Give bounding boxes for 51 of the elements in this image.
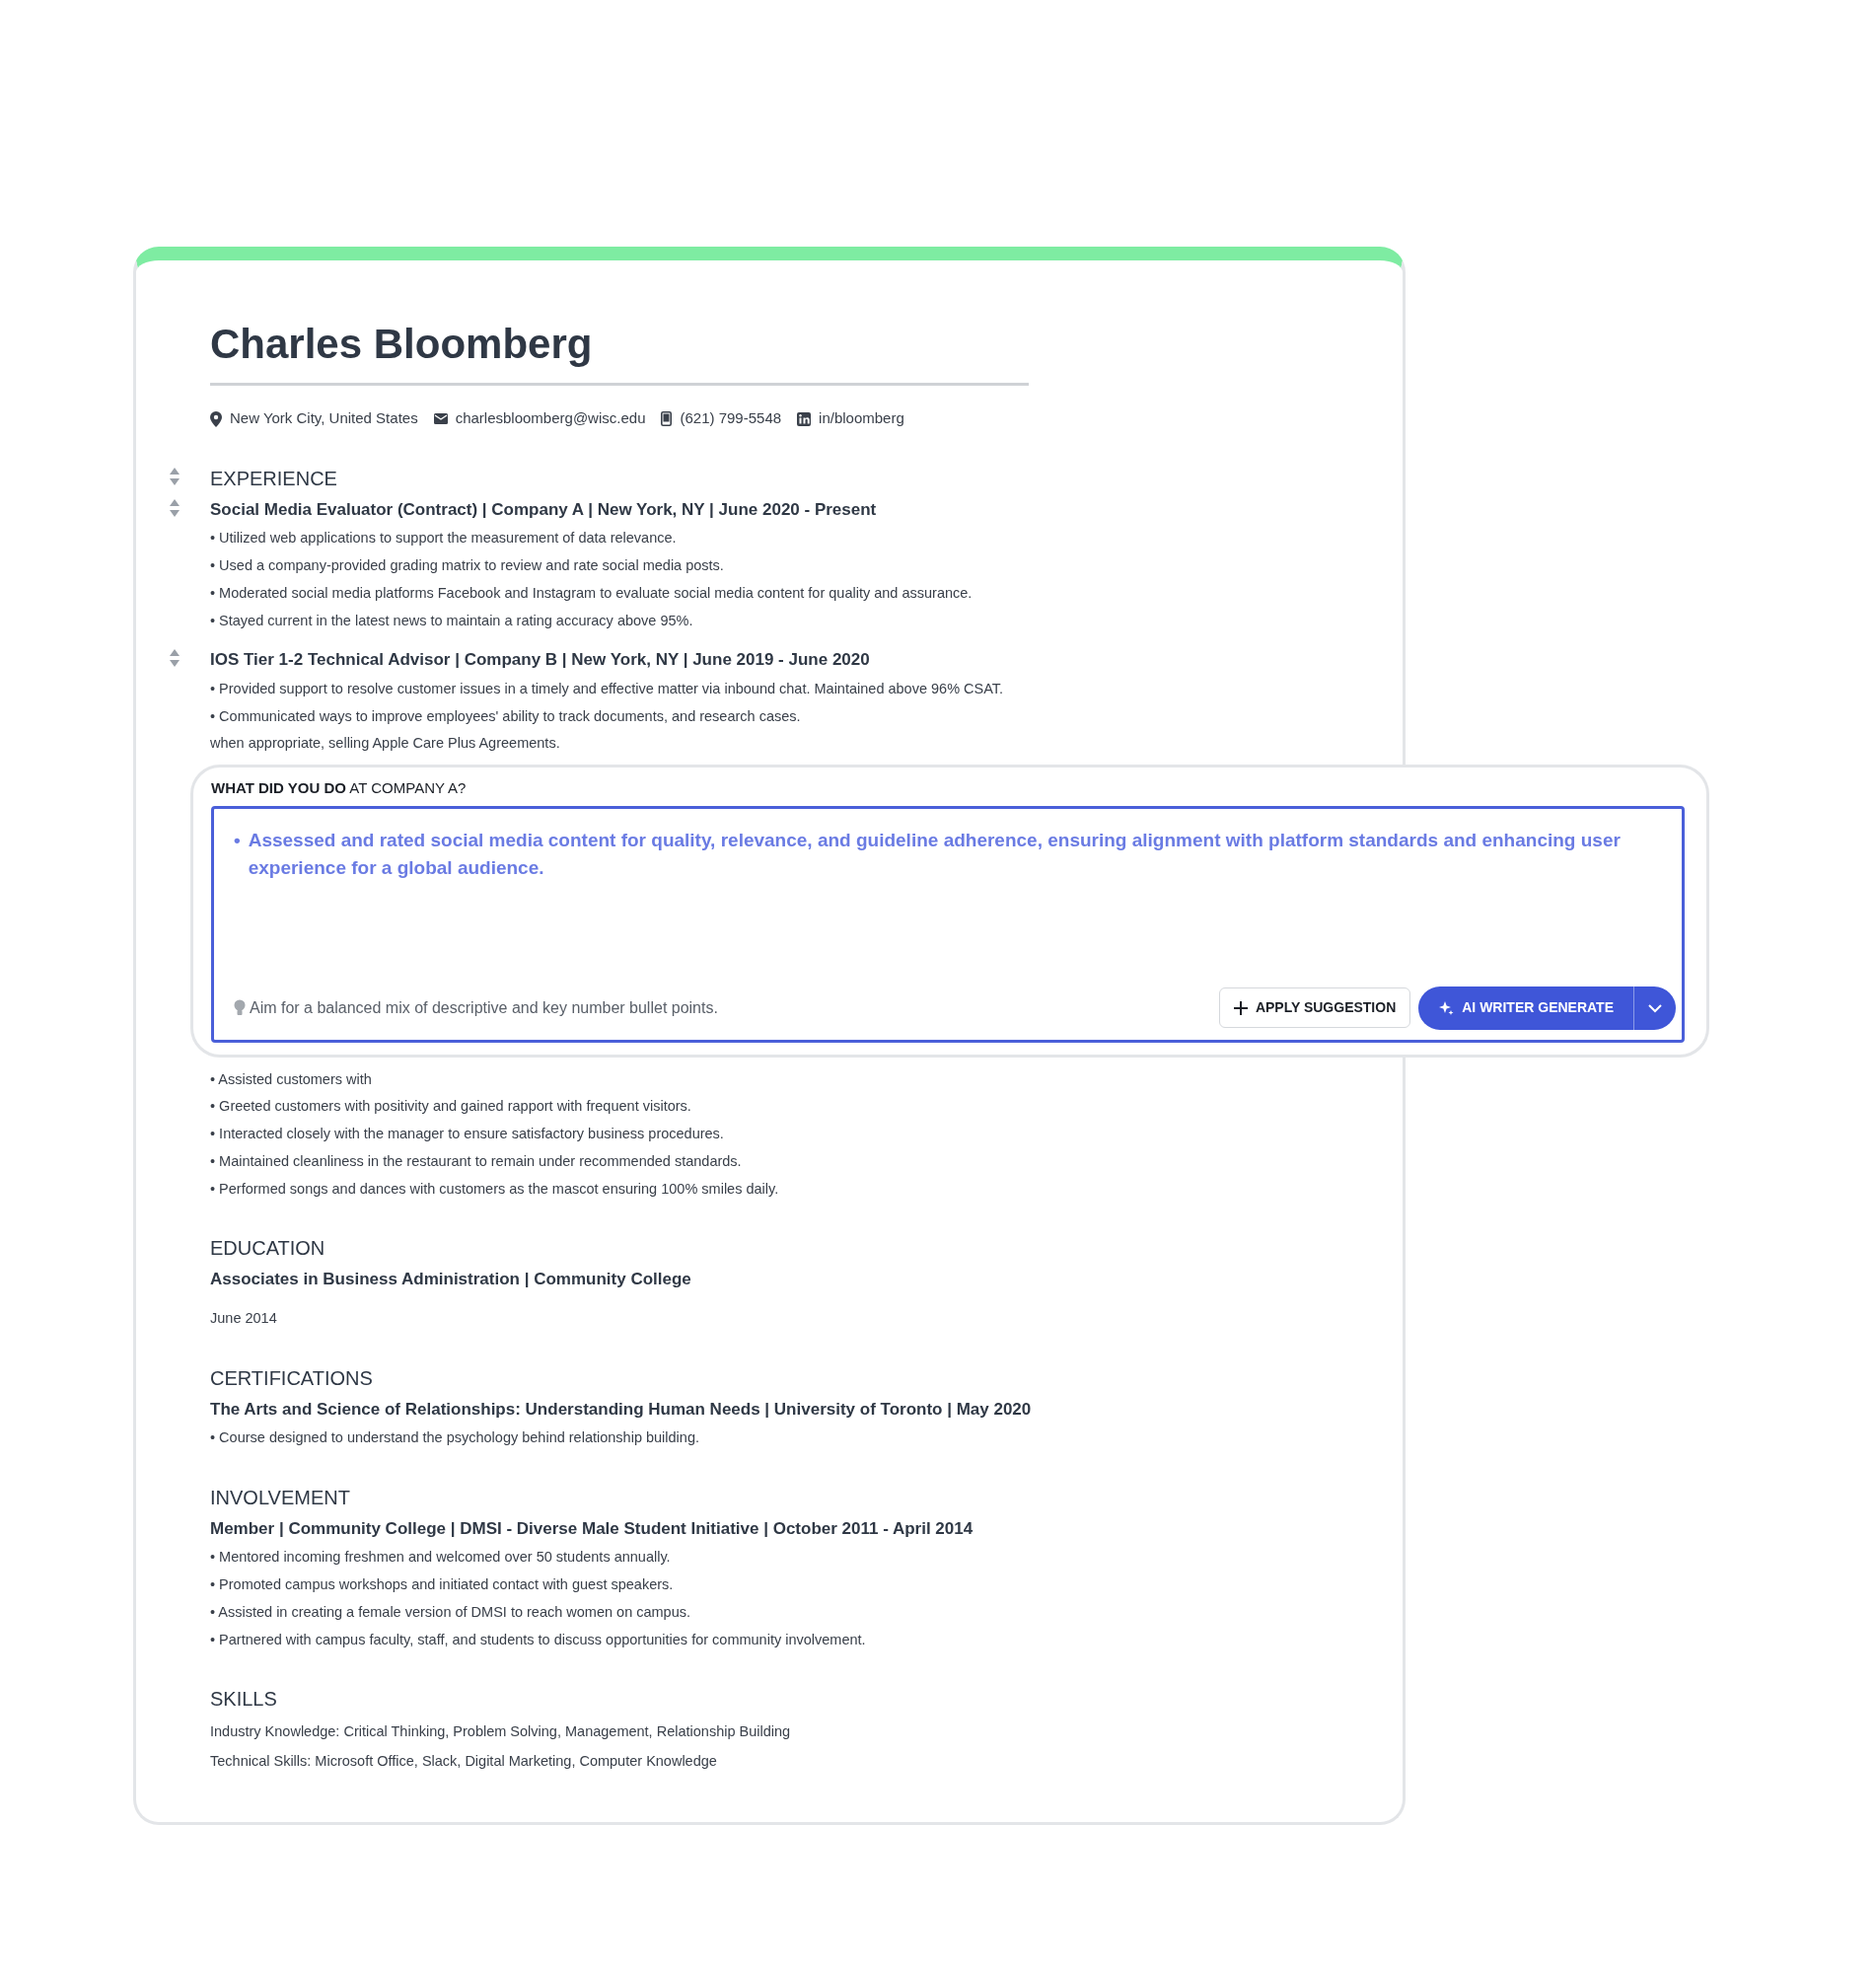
- section-title: EDUCATION: [210, 1236, 326, 1262]
- bullet-point: • Course designed to understand the psychology behind relationship building.: [210, 1428, 700, 1448]
- contact-text: New York City, United States: [230, 408, 418, 429]
- candidate-name: Charles Bloomberg: [210, 320, 594, 369]
- entry-heading: IOS Tier 1-2 Technical Advisor | Company B | New York, NY | June 2019 - June 2020: [210, 649, 871, 672]
- contact-text: (621) 799-5548: [680, 408, 782, 429]
- bullet-point: • Greeted customers with positivity and gained rapport with frequent visitors.: [210, 1097, 692, 1117]
- contact-text: charlesbloomberg@wisc.edu: [455, 408, 646, 429]
- bullet-point: • Assisted in creating a female version of DMSI to reach women on campus.: [210, 1602, 692, 1622]
- bullet-point: • Maintained cleanliness in the restaurant to remain under recommended standards.: [210, 1151, 743, 1171]
- bullet-point: • Assisted customers with: [210, 1069, 373, 1089]
- bullet-point: • Utilized web applications to support the measurement of data relevance.: [210, 529, 678, 548]
- question-label: WHAT DID YOU DO AT COMPANY A?: [211, 778, 468, 799]
- suggestion-text: Assessed and rated social media content for quality, relevance, and guideline adherence, ensuring alignment with platform standards and enhancing user experience for a global audience.: [248, 828, 1622, 881]
- bullet-point: • Mentored incoming freshmen and welcomed over 50 students annually.: [210, 1548, 672, 1568]
- entry-heading: The Arts and Science of Relationships: Understanding Human Needs | University of Toronto | May 2020: [210, 1398, 1033, 1421]
- bullet-point: • Promoted campus workshops and initiated contact with guest speakers.: [210, 1575, 675, 1595]
- bullet-point: • Partnered with campus faculty, staff, and students to discuss opportunities for community involvement.: [210, 1630, 867, 1649]
- dropdown-button[interactable]: [1633, 986, 1676, 1030]
- section-title: SKILLS: [210, 1687, 278, 1713]
- envelope-icon: [433, 413, 448, 425]
- skills-line: Industry Knowledge: Critical Thinking, Problem Solving, Management, Relationship Building: [210, 1722, 792, 1742]
- entry-heading: Member | Community College | DMSI - Diverse Male Student Initiative | October 2011 - April 2014: [210, 1517, 974, 1540]
- bullet-point: • Communicated ways to improve employees' ability to track documents, and research cases.: [210, 706, 802, 726]
- sparkle-icon: [1438, 999, 1455, 1016]
- bullet-point: • Interacted closely with the manager to ensure satisfactory business procedures.: [210, 1125, 725, 1144]
- bullet-point: when appropriate, selling Apple Care Plus Agreements.: [210, 734, 561, 754]
- linkedin-icon: [797, 411, 812, 426]
- location-pin-icon: [210, 410, 222, 427]
- bullet-mark: •: [234, 828, 241, 852]
- contact-text: in/bloomberg: [819, 408, 904, 429]
- section-title: INVOLVEMENT: [210, 1485, 351, 1510]
- bullet-point: • Used a company-provided grading matrix to review and rate social media posts.: [210, 556, 725, 576]
- chevron-down-icon: [1648, 1003, 1662, 1013]
- skills-line: Technical Skills: Microsoft Office, Slack, Digital Marketing, Computer Knowledge: [210, 1752, 718, 1772]
- section-title: EXPERIENCE: [210, 466, 338, 491]
- entry-heading: Associates in Business Administration | Community College: [210, 1269, 692, 1291]
- section-title: CERTIFICATIONS: [210, 1365, 374, 1391]
- bullet-point: • Performed songs and dances with customers as the mascot ensuring 100% smiles daily.: [210, 1179, 780, 1199]
- hint-text: Aim for a balanced mix of descriptive and key number bullet points.: [250, 997, 718, 1018]
- apply-suggestion-button[interactable]: APPLY SUGGESTION: [1218, 987, 1411, 1029]
- lightbulb-icon: [234, 998, 246, 1017]
- suggestion-text-area[interactable]: [211, 805, 1685, 1043]
- entry-heading: Social Media Evaluator (Contract) | Company A | New York, NY | June 2020 - Present: [210, 498, 878, 521]
- ai-generate-button[interactable]: AI WRITER GENERATE: [1418, 986, 1633, 1030]
- bullet-point: • Moderated social media platforms Facebook and Instagram to evaluate social media content for quality and assurance.: [210, 583, 974, 603]
- phone-icon: [661, 411, 673, 427]
- bullet-point: • Stayed current in the latest news to maintain a rating accuracy above 95%.: [210, 611, 694, 630]
- entry-date: June 2014: [210, 1308, 278, 1328]
- plus-icon: [1233, 1000, 1248, 1015]
- bullet-point: • Provided support to resolve customer issues in a timely and effective matter via inbound chat. Maintained above 96% CSAT.: [210, 679, 1005, 698]
